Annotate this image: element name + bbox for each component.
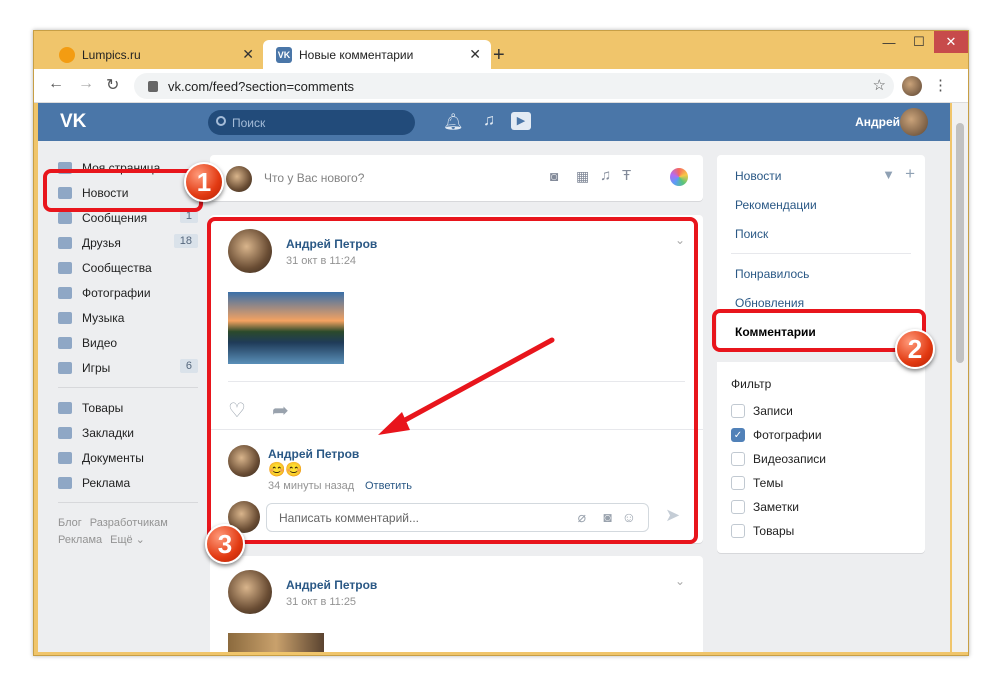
annotation-arrow: [378, 337, 555, 435]
